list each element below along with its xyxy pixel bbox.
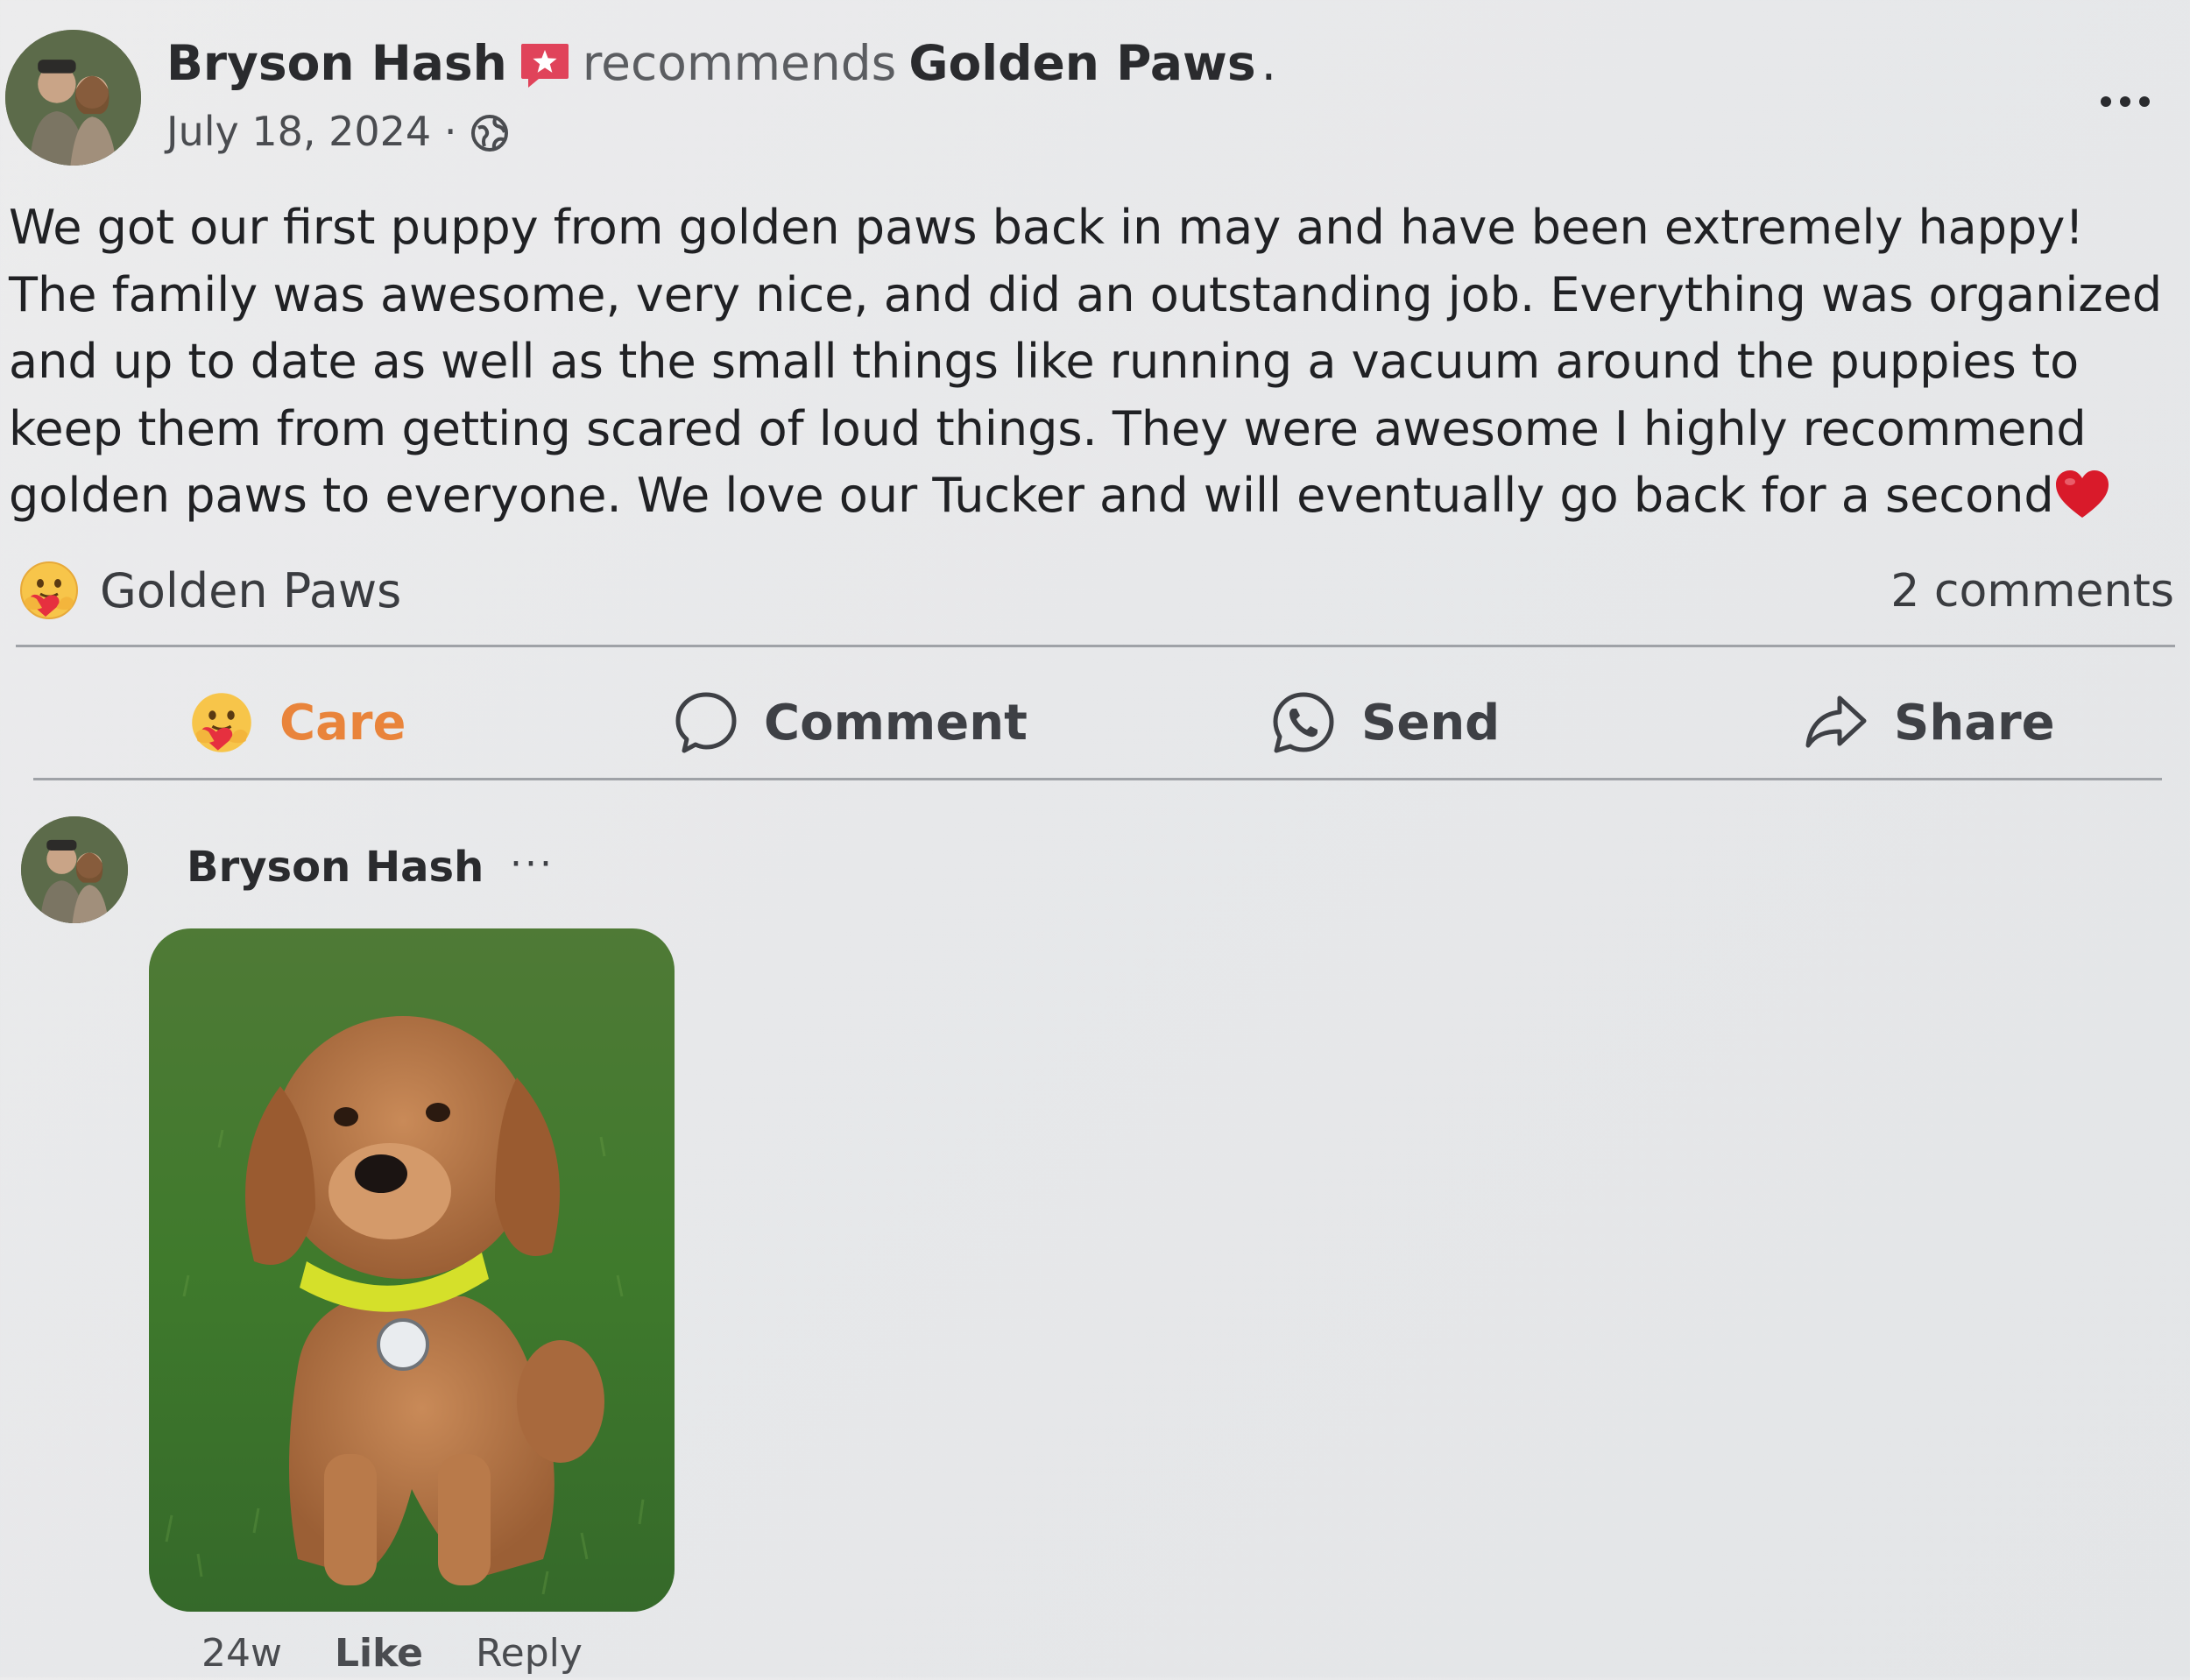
post-date-line: July 18, 2024 · — [166, 103, 510, 159]
share-arrow-icon — [1803, 689, 1869, 756]
whatsapp-icon — [1270, 689, 1337, 756]
divider-bottom — [33, 778, 2162, 780]
reaction-summary[interactable]: Golden Paws — [18, 556, 401, 626]
author-avatar[interactable] — [5, 30, 141, 166]
author-name[interactable]: Bryson Hash — [166, 35, 507, 91]
date-separator: · — [431, 108, 470, 155]
comment-timestamp[interactable]: 24w — [201, 1631, 282, 1676]
page-name-suffix: . — [1261, 35, 1277, 91]
comment-meta: 24w Like Reply — [201, 1627, 583, 1680]
divider-top — [16, 645, 2175, 647]
recommends-text: recommends — [582, 35, 897, 91]
care-label: Care — [279, 694, 406, 752]
comment-reply-button[interactable]: Reply — [476, 1631, 583, 1676]
recommend-badge-icon — [519, 38, 570, 88]
comment-button[interactable]: Comment — [673, 679, 1028, 766]
care-emoji-icon — [18, 559, 81, 622]
comment-bubble-icon — [673, 689, 739, 756]
comments-count-link[interactable]: 2 comments — [1890, 556, 2174, 626]
globe-icon — [470, 111, 510, 152]
comment-author-avatar[interactable] — [21, 816, 128, 923]
comment-more-options[interactable]: ··· — [510, 843, 555, 886]
page-name-link[interactable]: Golden Paws — [908, 35, 1255, 91]
comment-like-button[interactable]: Like — [335, 1631, 423, 1676]
red-heart-emoji — [2054, 469, 2110, 521]
care-emoji-icon — [188, 689, 255, 756]
comment-author-name[interactable]: Bryson Hash — [187, 836, 484, 898]
avatar-photo — [21, 816, 128, 923]
comment-photo-puppy[interactable] — [149, 928, 675, 1612]
post-text: We got our first puppy from golden paws … — [9, 200, 2163, 523]
more-horizontal-icon — [2101, 96, 2150, 107]
comment-label: Comment — [764, 694, 1028, 752]
send-button[interactable]: Send — [1270, 679, 1500, 766]
puppy-photo — [149, 928, 675, 1612]
send-label: Send — [1361, 694, 1501, 752]
care-button[interactable]: Care — [188, 679, 406, 766]
share-label: Share — [1894, 694, 2055, 752]
reaction-summary-name: Golden Paws — [100, 563, 402, 618]
avatar-photo — [5, 30, 141, 166]
share-button[interactable]: Share — [1803, 679, 2055, 766]
post-more-options[interactable] — [2099, 75, 2151, 110]
post-date[interactable]: July 18, 2024 — [166, 108, 431, 155]
post-body: We got our first puppy from golden paws … — [9, 194, 2177, 530]
post-header: Bryson Hash recommends Golden Paws. — [166, 28, 1276, 98]
